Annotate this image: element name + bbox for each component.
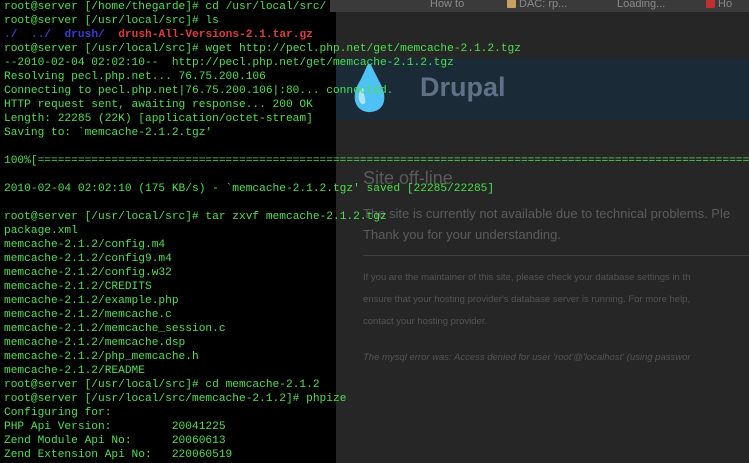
shell-prompt: root@server [/usr/local/src]# bbox=[4, 379, 199, 391]
terminal-line: root@server [/usr/local/src]# tar zxvf m… bbox=[4, 210, 749, 224]
output-line: Resolving pecl.php.net... 76.75.200.106 bbox=[4, 71, 266, 83]
terminal-line: root@server [/usr/local/src/memcache-2.1… bbox=[4, 392, 749, 406]
shell-command: cd memcache-2.1.2 bbox=[205, 379, 320, 391]
ls-output-line: ./ ../ drush/ drush-All-Versions-2.1.tar… bbox=[4, 28, 749, 42]
output-line: Zend Module Api No: 20060613 bbox=[4, 435, 226, 447]
output-line: Configuring for: bbox=[4, 407, 112, 419]
output-line: memcache-2.1.2/config.m4 bbox=[4, 239, 166, 251]
terminal-line: root@server [/home/thegarde]# cd /usr/lo… bbox=[4, 0, 749, 14]
output-line: PHP Api Version: 20041225 bbox=[4, 421, 226, 433]
output-line: memcache-2.1.2/memcache_session.c bbox=[4, 323, 226, 335]
shell-command: wget http://pecl.php.net/get/memcache-2.… bbox=[205, 43, 521, 55]
shell-prompt: root@server [/usr/local/src/memcache-2.1… bbox=[4, 393, 300, 405]
shell-command: tar zxvf memcache-2.1.2.tgz bbox=[205, 211, 387, 223]
shell-command: cd /usr/local/src/ bbox=[205, 1, 327, 13]
output-line: Zend Extension Api No: 220060519 bbox=[4, 449, 233, 461]
output-line: memcache-2.1.2/CREDITS bbox=[4, 281, 152, 293]
output-line: --2010-02-04 02:02:10-- http://pecl.php.… bbox=[4, 57, 454, 69]
output-line: Length: 22285 (22K) [application/octet-s… bbox=[4, 113, 313, 125]
shell-prompt: root@server [/usr/local/src]# bbox=[4, 211, 199, 223]
shell-prompt: root@server [/home/thegarde]# bbox=[4, 1, 199, 13]
shell-prompt: root@server [/usr/local/src]# bbox=[4, 43, 199, 55]
output-line: memcache-2.1.2/php_memcache.h bbox=[4, 351, 199, 363]
shell-command: ls bbox=[205, 15, 219, 27]
shell-command: phpize bbox=[306, 393, 347, 405]
terminal-line: root@server [/usr/local/src]# wget http:… bbox=[4, 42, 749, 56]
archive-entry: drush-All-Versions-2.1.tar.gz bbox=[118, 29, 313, 41]
output-line: memcache-2.1.2/memcache.dsp bbox=[4, 337, 186, 349]
output-line: memcache-2.1.2/example.php bbox=[4, 295, 179, 307]
output-line: 2010-02-04 02:02:10 (175 KB/s) - `memcac… bbox=[4, 183, 495, 195]
directory-entry: ../ bbox=[30, 29, 52, 41]
output-line: Saving to: `memcache-2.1.2.tgz' bbox=[4, 127, 213, 139]
output-line: Connecting to pecl.php.net|76.75.200.106… bbox=[4, 85, 394, 97]
output-line: memcache-2.1.2/config9.m4 bbox=[4, 253, 172, 265]
directory-entry: ./ bbox=[4, 29, 18, 41]
output-line: HTTP request sent, awaiting response... … bbox=[4, 99, 313, 111]
output-line: memcache-2.1.2/config.w32 bbox=[4, 267, 172, 279]
terminal-line: root@server [/usr/local/src]# cd memcach… bbox=[4, 378, 749, 392]
output-line: memcache-2.1.2/README bbox=[4, 365, 145, 377]
output-line: package.xml bbox=[4, 225, 78, 237]
download-progress-bar: 100%[===================================… bbox=[4, 155, 749, 167]
terminal-window[interactable]: root@server [/home/thegarde]# cd /usr/lo… bbox=[0, 0, 749, 463]
output-line: memcache-2.1.2/memcache.c bbox=[4, 309, 172, 321]
shell-prompt: root@server [/usr/local/src]# bbox=[4, 15, 199, 27]
screen: How to DAC: rp... Loading... Ho 💧 Drupal… bbox=[0, 0, 749, 463]
terminal-line: root@server [/usr/local/src]# ls bbox=[4, 14, 749, 28]
directory-entry: drush/ bbox=[64, 29, 105, 41]
